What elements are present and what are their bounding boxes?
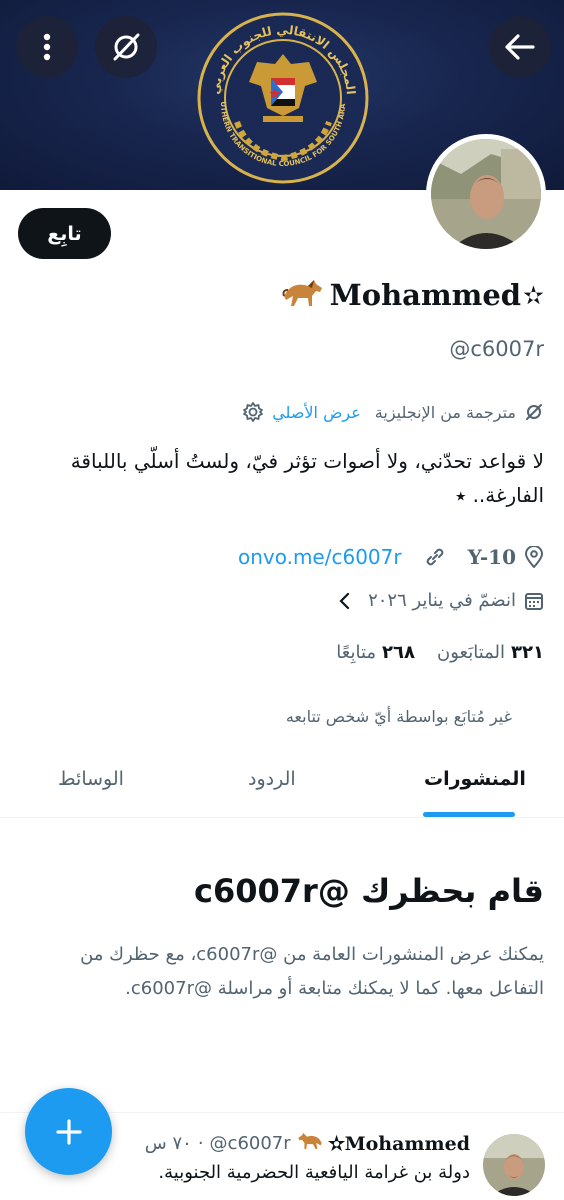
plus-icon — [55, 1118, 82, 1145]
post-author-name[interactable]: ✫Mohammed — [329, 1133, 470, 1155]
post-author-handle: @c6007r — [209, 1133, 291, 1154]
profile-joined-row[interactable]: انضمّ في يناير ٢٠٢٦ — [338, 590, 544, 611]
name-star-symbol: ✫ — [523, 280, 544, 310]
link-icon — [426, 548, 443, 566]
followers-stat[interactable]: ٣٢١المتابَعون — [437, 642, 544, 663]
post-header: ✫Mohammed @c6007r · ٧٠ س — [145, 1130, 470, 1157]
follow-button[interactable]: تابِع — [18, 208, 111, 259]
back-button[interactable] — [489, 16, 551, 78]
display-name-row: Mohammed ✫ — [282, 276, 544, 314]
translated-from-label: مترجمة من الإنجليزية — [374, 402, 516, 422]
translate-off-button[interactable] — [95, 16, 157, 78]
translation-row: مترجمة من الإنجليزية عرض الأصلي — [242, 401, 544, 423]
profile-meta-location-link: Y-10 onvo.me/c6007r — [238, 545, 544, 569]
translate-off-icon — [113, 33, 140, 61]
blocked-description: يمكنك عرض المنشورات العامة من @c6007r، م… — [80, 944, 544, 999]
more-vertical-icon — [43, 33, 51, 61]
calendar-icon — [525, 592, 543, 610]
not-followed-notice: غير مُتابَع بواسطة أيّ شخص تتابعه — [285, 707, 512, 726]
post-dot-separator: · — [197, 1133, 204, 1154]
following-stat[interactable]: ٢٦٨متابِعًا — [336, 642, 415, 663]
post-text: دولة بن غرامة اليافعية الحضرمية الجنوبية… — [158, 1162, 470, 1183]
followers-label: المتابَعون — [437, 642, 506, 663]
profile-handle: @c6007r — [449, 337, 544, 361]
post-author-star: ✫ — [328, 1132, 345, 1155]
profile-joined-date: انضمّ في يناير ٢٠٢٦ — [368, 590, 516, 611]
post-time: ٧٠ س — [144, 1133, 192, 1154]
compose-button[interactable] — [25, 1088, 112, 1175]
council-emblem: المجلس الانتقالي للجنوب العربي SOUTHERN … — [197, 12, 369, 184]
profile-tabs: المنشورات الردود الوسائط — [0, 748, 564, 818]
display-name: Mohammed — [329, 278, 522, 312]
blocked-title: قام بحظرك @c6007r — [194, 872, 544, 910]
post-horse-icon — [297, 1130, 323, 1157]
post-author-name-text: Mohammed — [344, 1132, 470, 1155]
chevron-left-icon — [339, 592, 350, 609]
horse-icon — [282, 276, 324, 314]
show-original-link[interactable]: عرض الأصلي — [272, 403, 361, 422]
profile-bio: لا قواعد تحدّني، ولا أصوات تؤثر فيّ، ولس… — [70, 449, 544, 507]
tab-posts[interactable]: المنشورات — [424, 768, 526, 790]
post-avatar[interactable] — [483, 1134, 545, 1196]
gear-icon[interactable] — [242, 401, 264, 423]
following-count: ٢٦٨ — [382, 642, 415, 663]
follow-stats: ٣٢١المتابَعون ٢٦٨متابِعًا — [336, 642, 544, 663]
back-arrow-icon — [505, 34, 535, 60]
active-tab-indicator — [423, 812, 515, 817]
avatar-photo — [431, 139, 541, 249]
following-label: متابِعًا — [336, 642, 377, 663]
profile-website-link[interactable]: onvo.me/c6007r — [238, 545, 402, 569]
more-options-button[interactable] — [16, 16, 78, 78]
tab-media[interactable]: الوسائط — [58, 768, 124, 790]
followers-count: ٣٢١ — [511, 642, 544, 663]
translate-icon — [526, 404, 542, 420]
profile-location: Y-10 — [467, 545, 516, 569]
location-pin-icon — [524, 546, 544, 568]
tab-replies[interactable]: الردود — [248, 768, 296, 790]
profile-avatar[interactable] — [426, 134, 546, 254]
